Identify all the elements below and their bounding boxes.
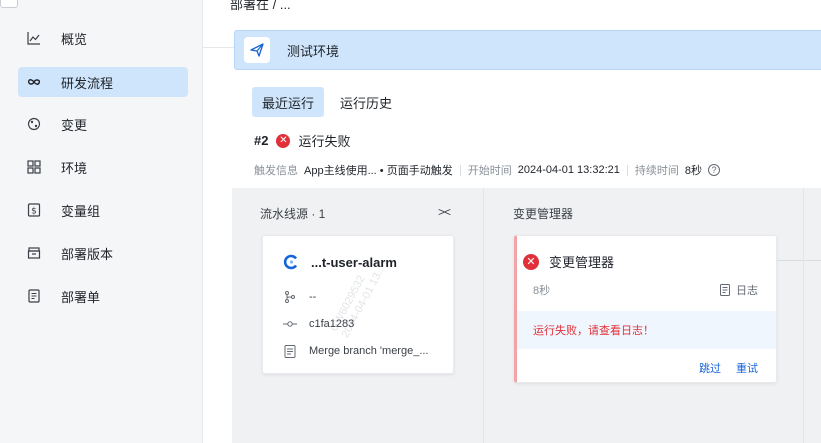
change-manager-card[interactable]: ✕ 变更管理器 8秒 日志 运行失败，请查看日志！ 跳过 重试: [514, 235, 777, 383]
sidebar-item-label: 部署版本: [61, 246, 114, 262]
start-value: 2024-04-01 13:32:21: [517, 164, 620, 176]
main-content: 部署在 / ... 测试环境 最近运行 运行历史 #2 ✕ 运行失败 触发信息 …: [203, 0, 821, 443]
commit-icon: [283, 317, 297, 331]
card-actions: 跳过 重试: [684, 360, 758, 376]
sidebar-item-change[interactable]: 变更: [18, 109, 188, 139]
change-card-duration: 8秒: [533, 285, 551, 297]
source-stage-title: 流水线源 · 1: [260, 207, 326, 221]
box-icon: [27, 246, 41, 260]
branch-row: --: [283, 290, 316, 304]
trigger-value[interactable]: App主线使用... • 页面手动触发: [304, 162, 453, 178]
fail-icon: ✕: [276, 133, 291, 148]
message-icon: [283, 344, 297, 358]
svg-text:$: $: [31, 207, 37, 217]
branch-icon: [283, 290, 297, 304]
chart-line-icon: [27, 31, 41, 45]
sidebar: 概览 研发流程 变更 环境 $ 变量组 部署版本 部署单: [0, 0, 203, 443]
divider: [459, 164, 461, 176]
sidebar-item-label: 概览: [61, 31, 88, 47]
duration-value: 8秒: [684, 165, 702, 177]
run-info: 触发信息 App主线使用... • 页面手动触发 开始时间 2024-04-01…: [254, 162, 720, 178]
skip-button[interactable]: 跳过: [699, 360, 721, 376]
sidebar-item-environment[interactable]: 环境: [18, 152, 188, 182]
collapse-icon[interactable]: ><: [438, 205, 451, 219]
log-link[interactable]: 日志: [720, 282, 758, 298]
log-icon: [720, 284, 730, 296]
change-card-name: 变更管理器: [549, 255, 615, 270]
commit-message: Merge branch 'merge_...: [309, 345, 429, 357]
sidebar-item-overview[interactable]: 概览: [18, 23, 188, 53]
sidebar-item-dev-flow[interactable]: 研发流程: [18, 67, 188, 97]
variable-icon: $: [27, 203, 41, 217]
breadcrumb: 部署在 / ...: [230, 0, 291, 12]
error-message: 运行失败，请查看日志！: [517, 311, 776, 349]
run-header: #2 ✕ 运行失败: [254, 131, 350, 150]
retry-button[interactable]: 重试: [736, 360, 758, 376]
connector-line: [777, 260, 821, 261]
sidebar-item-label: 部署单: [61, 289, 101, 305]
message-row: Merge branch 'merge_...: [283, 344, 429, 358]
tab-recent-run[interactable]: 最近运行: [252, 87, 325, 117]
help-icon[interactable]: ?: [708, 164, 720, 176]
app-root: 概览 研发流程 变更 环境 $ 变量组 部署版本 部署单 部署在 / ... 测…: [0, 0, 821, 443]
duration-label: 持续时间: [634, 165, 679, 177]
change-icon: [27, 117, 41, 131]
start-label: 开始时间: [467, 165, 512, 177]
repo-logo-icon: [283, 254, 299, 270]
stage-divider: [483, 188, 484, 443]
trigger-label: 触发信息: [254, 165, 298, 177]
document-icon: [27, 289, 41, 303]
divider: [626, 164, 628, 176]
sidebar-item-variable-group[interactable]: $ 变量组: [18, 195, 188, 225]
run-status: 运行失败: [298, 134, 351, 149]
sidebar-item-label: 变更: [61, 117, 88, 133]
log-label: 日志: [736, 285, 758, 297]
change-stage-title: 变更管理器: [513, 207, 574, 221]
environment-banner[interactable]: 测试环境: [234, 30, 821, 70]
environment-title: 测试环境: [287, 43, 340, 59]
stage-divider: [803, 188, 804, 443]
run-number: #2: [254, 133, 269, 148]
sidebar-item-deploy-version[interactable]: 部署版本: [18, 238, 188, 268]
change-card-header: ✕ 变更管理器: [523, 252, 615, 271]
sidebar-item-label: 环境: [61, 160, 88, 176]
branch-value: --: [309, 291, 317, 303]
plane-icon: [244, 37, 270, 63]
fail-icon: ✕: [523, 253, 539, 270]
grid-icon: [27, 160, 41, 174]
sidebar-item-deploy-order[interactable]: 部署单: [18, 281, 188, 311]
infinity-icon: [27, 75, 41, 89]
sidebar-top-button[interactable]: [0, 0, 18, 8]
stages-canvas: 流水线源 · 1 >< 变更管理器 ...t-user-alarm -- c1f…: [232, 188, 821, 443]
sidebar-item-label: 变量组: [61, 203, 101, 219]
sidebar-item-label: 研发流程: [61, 75, 114, 91]
run-panel: 最近运行 运行历史 #2 ✕ 运行失败 触发信息 App主线使用... • 页面…: [232, 82, 821, 188]
tab-run-history[interactable]: 运行历史: [330, 87, 402, 117]
